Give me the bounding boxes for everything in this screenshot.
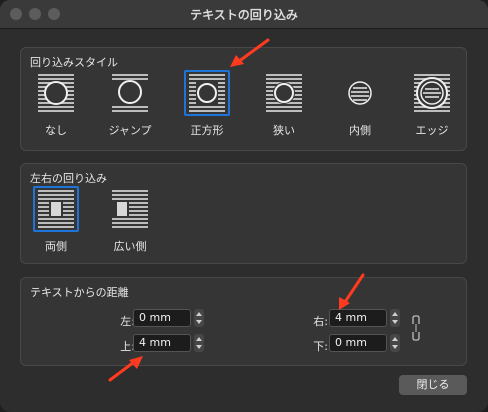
wrap-option-tight[interactable]: 狭い [254,70,314,138]
wrap-jump-label: ジャンプ [108,124,152,137]
bottom-distance-stepper[interactable] [390,334,400,352]
wrap-square-icon [184,70,230,116]
annotation-arrow-icon [108,356,143,382]
side-both-label: 両側 [45,240,67,253]
title-bar: テキストの回り込み [0,0,488,29]
wrap-square-label: 正方形 [190,124,224,137]
side-both-icon [33,186,79,232]
wrap-option-square[interactable]: 正方形 [177,70,237,138]
wrap-edge-label: エッジ [415,124,449,137]
side-wrap-group: 左右の回り込み 両側 広い側 [20,163,467,264]
wrap-jump-icon [107,70,153,116]
wrap-option-none[interactable]: なし [26,70,86,138]
wrap-none-icon [33,70,79,116]
side-option-both[interactable]: 両側 [26,186,86,254]
wrap-inside-label: 内側 [349,124,371,137]
wrap-option-jump[interactable]: ジャンプ [100,70,160,138]
wrap-edge-icon [409,70,455,116]
side-wrap-label: 左右の回り込み [30,172,107,185]
left-distance-stepper[interactable] [194,309,204,327]
annotation-arrow-icon [339,273,365,310]
distance-label: テキストからの距離 [30,286,129,299]
window-title: テキストの回り込み [190,8,298,22]
wrap-inside-icon [337,70,383,116]
side-largest-label: 広い側 [113,240,147,253]
distance-group: テキストからの距離 左: 0 mm 上: 4 mm 右: 4 mm 下: 0 m… [20,277,467,366]
wrap-option-inside[interactable]: 内側 [330,70,390,138]
top-distance-stepper[interactable] [194,334,204,352]
top-distance-input[interactable]: 4 mm [133,334,191,352]
bottom-distance-label: 下: [313,340,328,353]
annotation-arrow-icon [230,38,270,67]
text-wrap-dialog: テキストの回り込み 回り込みスタイル なし ジャンプ 正方形 狭い 内側 エッジ… [0,0,488,412]
top-distance-label: 上: [120,340,135,353]
left-distance-label: 左: [120,315,135,328]
wrap-option-edge[interactable]: エッジ [402,70,462,138]
close-button[interactable]: 閉じる [399,375,467,395]
right-distance-stepper[interactable] [390,309,400,327]
side-option-largest[interactable]: 広い側 [100,186,160,254]
bottom-distance-input[interactable]: 0 mm [329,334,387,352]
wrap-tight-label: 狭い [273,124,295,137]
wrap-tight-icon [261,70,307,116]
wrap-none-label: なし [45,124,67,137]
right-distance-label: 右: [313,315,328,328]
left-distance-input[interactable]: 0 mm [133,309,191,327]
side-largest-icon [107,186,153,232]
link-icon[interactable] [411,314,421,342]
wrap-style-label: 回り込みスタイル [30,56,118,69]
